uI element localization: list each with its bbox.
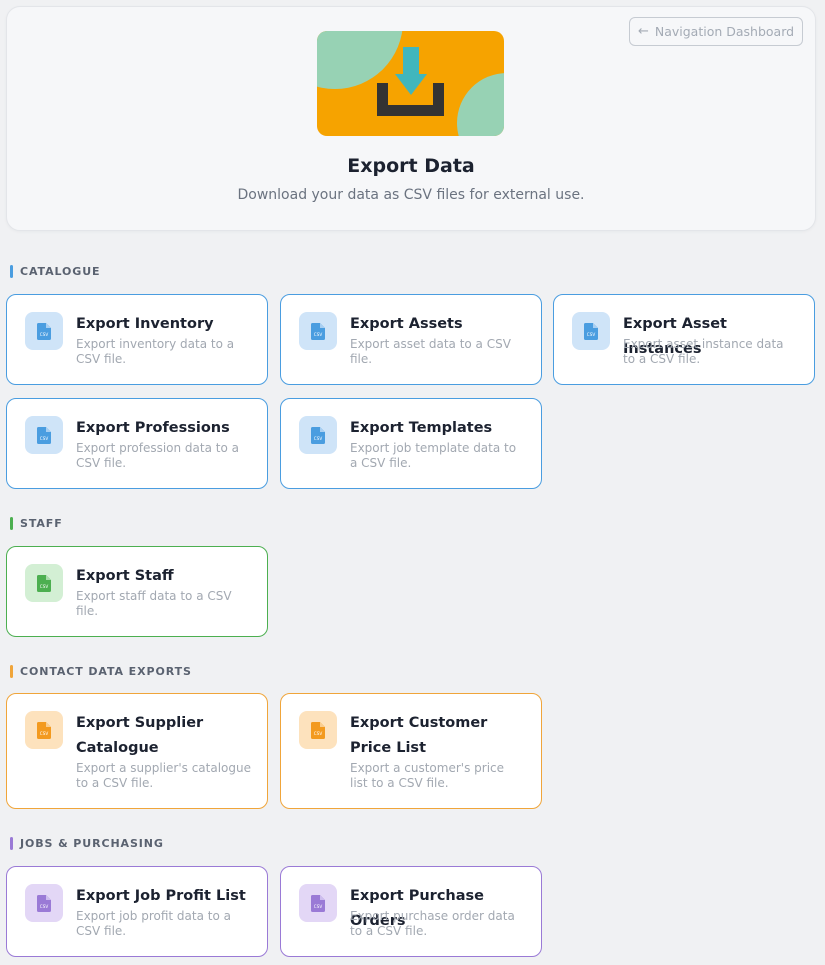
svg-text:CSV: CSV [314,904,323,909]
csv-file-icon: CSV [299,711,337,749]
csv-file-icon: CSV [572,312,610,350]
svg-text:CSV: CSV [314,731,323,736]
card-description: Export job profit data to a CSV file. [76,909,231,938]
card-title: Export Customer Price List [350,715,488,756]
navigation-dashboard-button[interactable]: ← Navigation Dashboard [629,17,803,46]
section-accent-bar [10,517,13,530]
card-title: Export Job Profit List [76,888,246,904]
export-purchase-orders-card[interactable]: CSV Export Purchase Orders Export purcha… [280,866,542,957]
card-description: Export staff data to a CSV file. [76,589,232,618]
card-title: Export Staff [76,568,174,584]
export-data-header: ← Navigation Dashboard Export Data Downl… [6,6,816,231]
export-inventory-card[interactable]: CSV Export Inventory Export inventory da… [6,294,268,385]
export-customer-price-list-card[interactable]: CSV Export Customer Price List Export a … [280,693,542,809]
svg-text:CSV: CSV [40,904,49,909]
section-header-staff: STAFF [10,517,63,530]
csv-file-icon: CSV [299,884,337,922]
export-templates-card[interactable]: CSV Export Templates Export job template… [280,398,542,489]
csv-file-icon: CSV [299,312,337,350]
card-description: Export inventory data to a CSV file. [76,337,235,366]
export-asset-instances-card[interactable]: CSV Export Asset Instances Export asset … [553,294,815,385]
navigation-dashboard-label: Navigation Dashboard [654,24,795,39]
download-illustration [317,31,504,136]
svg-text:CSV: CSV [40,584,49,589]
card-title: Export Supplier Catalogue [76,715,204,756]
card-description: Export asset instance data to a CSV file… [623,337,784,366]
svg-text:CSV: CSV [314,332,323,337]
section-label: CATALOGUE [20,265,101,278]
csv-file-icon: CSV [25,564,63,602]
section-accent-bar [10,837,13,850]
section-header-jobs-purchasing: JOBS & PURCHASING [10,837,164,850]
section-label: STAFF [20,517,63,530]
section-accent-bar [10,265,13,278]
svg-text:CSV: CSV [314,436,323,441]
section-header-contact-data-exports: CONTACT DATA EXPORTS [10,665,192,678]
export-professions-card[interactable]: CSV Export Professions Export profession… [6,398,268,489]
svg-text:CSV: CSV [40,436,49,441]
section-label: JOBS & PURCHASING [20,837,164,850]
card-description: Export asset data to a CSV file. [350,337,511,366]
card-description: Export a customer's price list to a CSV … [350,761,505,790]
export-job-profit-list-card[interactable]: CSV Export Job Profit List Export job pr… [6,866,268,957]
card-description: Export a supplier's catalogue to a CSV f… [76,761,251,790]
csv-file-icon: CSV [25,711,63,749]
svg-text:CSV: CSV [40,731,49,736]
card-description: Export job template data to a CSV file. [350,441,517,470]
card-description: Export profession data to a CSV file. [76,441,239,470]
section-header-catalogue: CATALOGUE [10,265,100,278]
svg-text:CSV: CSV [587,332,596,337]
card-title: Export Professions [76,420,230,436]
card-title: Export Inventory [76,316,214,332]
csv-file-icon: CSV [25,312,63,350]
card-title: Export Assets [350,316,463,332]
section-accent-bar [10,665,13,678]
svg-text:CSV: CSV [40,332,49,337]
page-title: Export Data [347,155,475,177]
card-description: Export purchase order data to a CSV file… [350,909,515,938]
card-title: Export Templates [350,420,493,436]
csv-file-icon: CSV [25,884,63,922]
csv-file-icon: CSV [299,416,337,454]
section-label: CONTACT DATA EXPORTS [20,665,192,678]
export-staff-card[interactable]: CSV Export Staff Export staff data to a … [6,546,268,637]
arrow-left-icon: ← [637,24,649,39]
export-supplier-catalogue-card[interactable]: CSV Export Supplier Catalogue Export a s… [6,693,268,809]
page-subtitle: Download your data as CSV files for exte… [237,187,585,203]
export-assets-card[interactable]: CSV Export Assets Export asset data to a… [280,294,542,385]
csv-file-icon: CSV [25,416,63,454]
